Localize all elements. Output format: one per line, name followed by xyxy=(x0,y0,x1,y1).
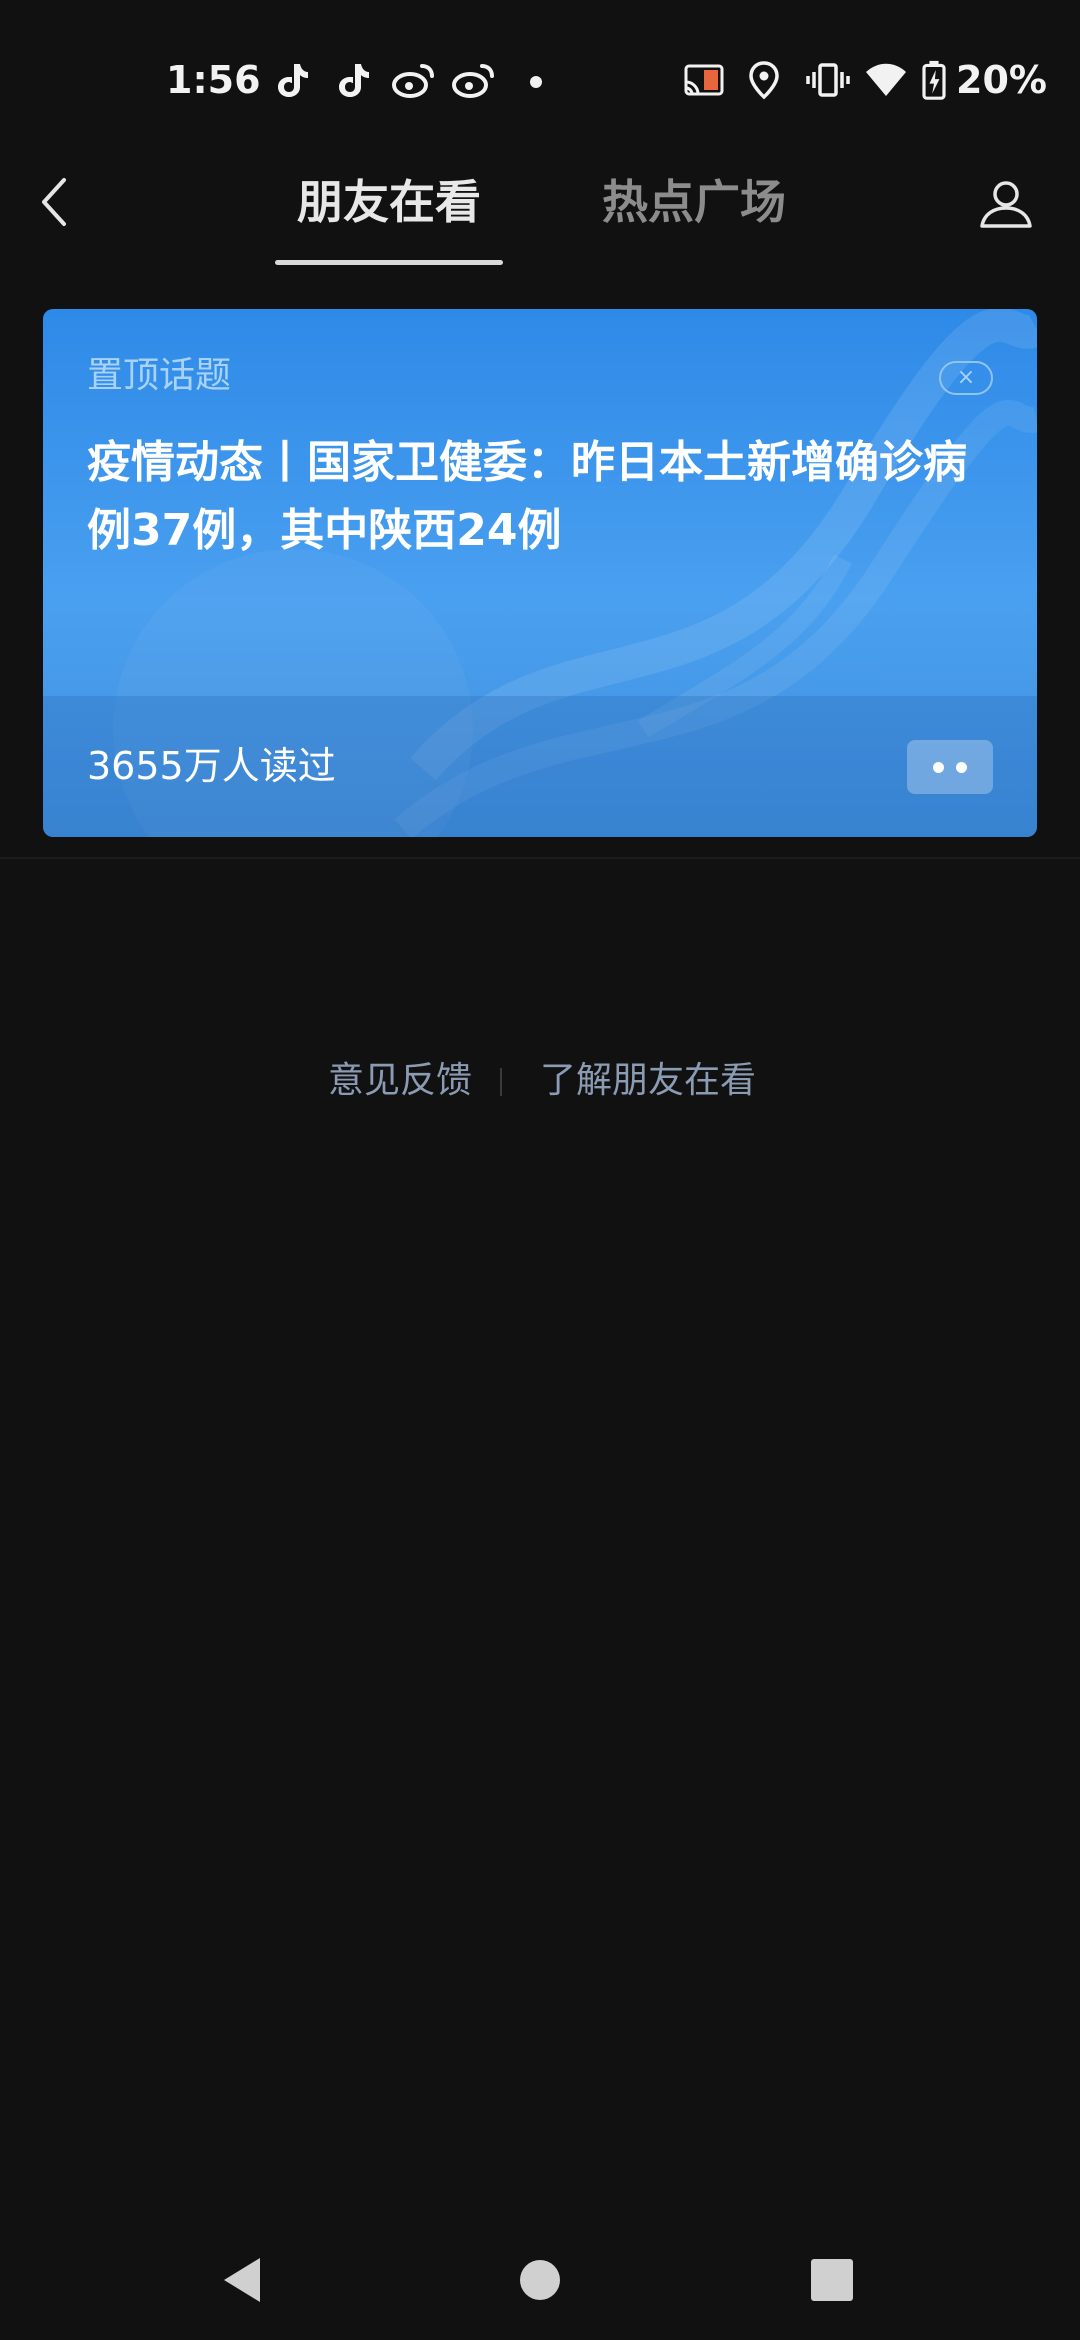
status-time: 1:56 xyxy=(166,58,261,102)
tiktok-icon xyxy=(272,60,312,100)
person-icon xyxy=(980,181,1032,228)
recents-square-icon[interactable] xyxy=(802,2250,862,2310)
battery-charging-icon xyxy=(920,60,948,100)
active-tab-indicator xyxy=(275,260,503,265)
feedback-link[interactable]: 意见反馈 xyxy=(320,1056,480,1106)
vibrate-icon xyxy=(806,60,850,100)
dot xyxy=(933,762,944,773)
about-friends-watching-link[interactable]: 了解朋友在看 xyxy=(528,1056,768,1106)
footer-links: 意见反馈 了解朋友在看 xyxy=(0,1056,1080,1108)
back-triangle-icon[interactable] xyxy=(214,2250,274,2310)
topic-title[interactable]: 疫情动态丨国家卫健委：昨日本土新增确诊病例37例，其中陕西24例 xyxy=(87,429,1007,565)
card-footer: 3655万人读过 xyxy=(43,696,1037,837)
screen: 1:56 20% 朋友在看 热点广场 置顶话题 × 疫情动态丨国家卫健委：昨日本… xyxy=(0,0,1080,2340)
dot xyxy=(956,762,967,773)
more-dots-icon[interactable] xyxy=(907,740,993,794)
tiktok-icon xyxy=(333,60,373,100)
location-icon xyxy=(744,60,784,100)
wifi-icon xyxy=(864,60,908,100)
back-button[interactable] xyxy=(30,172,80,232)
system-nav-bar xyxy=(0,2220,1080,2340)
battery-percent: 20% xyxy=(956,58,1047,102)
status-bar: 1:56 20% xyxy=(0,0,1080,150)
close-card-button[interactable]: × xyxy=(939,361,993,395)
pinned-topic-tag: 置顶话题 xyxy=(87,355,232,396)
weibo-icon xyxy=(452,60,496,100)
tab-friends-watching[interactable]: 朋友在看 xyxy=(275,170,503,240)
link-separator xyxy=(500,1068,502,1096)
tab-hot-square[interactable]: 热点广场 xyxy=(580,170,808,240)
weibo-icon xyxy=(392,60,436,100)
chevron-left-icon xyxy=(42,178,66,226)
home-circle-icon[interactable] xyxy=(510,2250,570,2310)
dot-icon xyxy=(524,60,548,100)
read-count: 3655万人读过 xyxy=(87,744,336,788)
pinned-topic-card[interactable]: 置顶话题 × 疫情动态丨国家卫健委：昨日本土新增确诊病例37例，其中陕西24例 … xyxy=(43,309,1037,837)
top-nav: 朋友在看 热点广场 xyxy=(0,150,1080,270)
section-divider xyxy=(0,857,1080,859)
cast-icon xyxy=(682,60,726,100)
profile-button[interactable] xyxy=(976,174,1036,234)
